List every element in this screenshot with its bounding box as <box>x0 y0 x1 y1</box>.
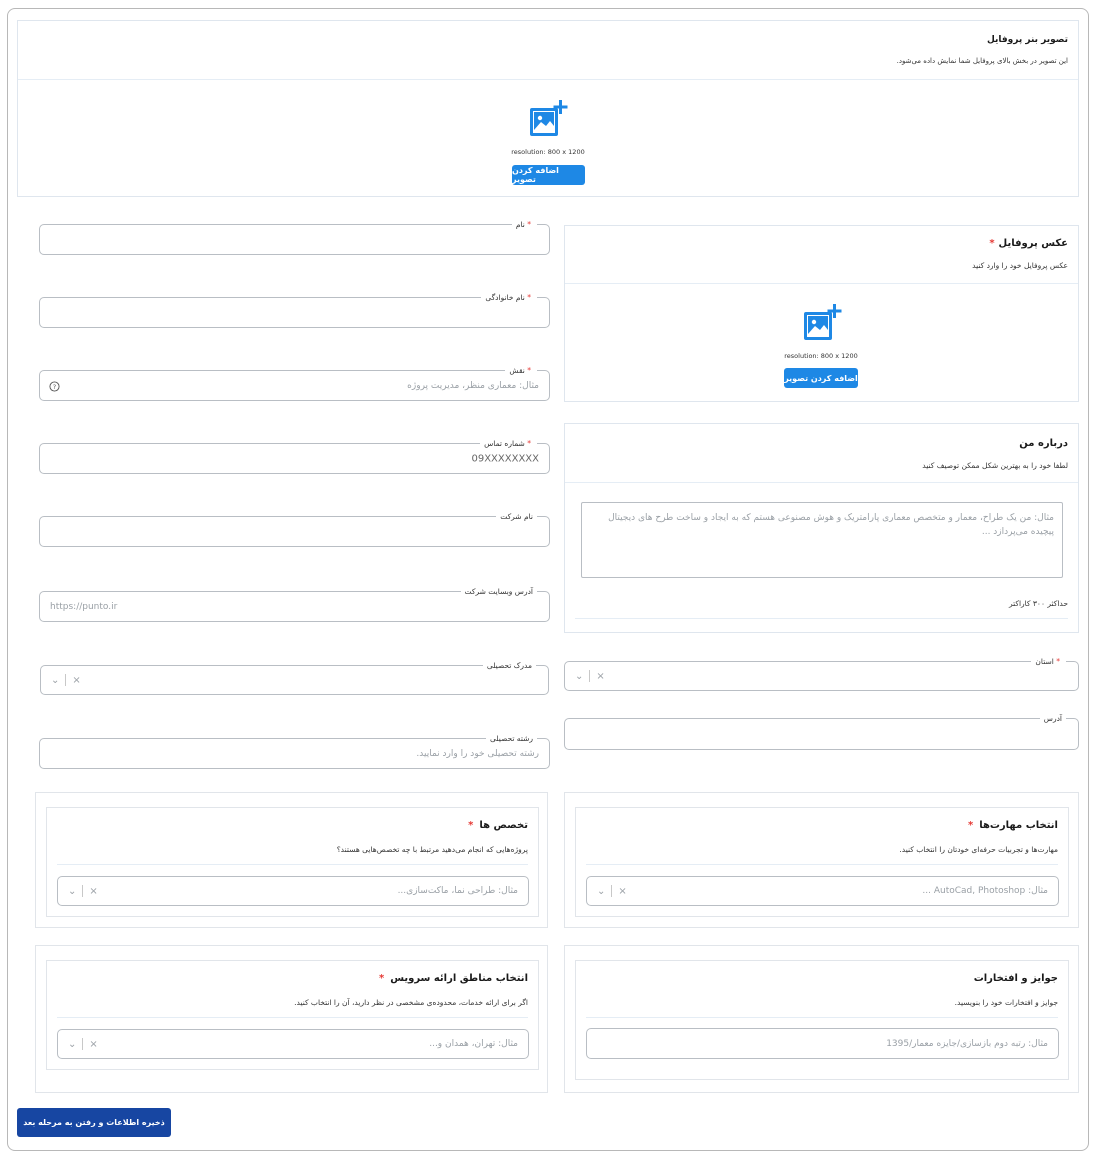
service-areas-title: انتخاب مناطق ارائه سرویس <box>390 973 528 984</box>
profile-photo-title: عکس پروفایل <box>998 238 1068 249</box>
specialties-placeholder: مثال: طراحی نما، ماکت‌سازی... <box>397 886 518 896</box>
phone-value: 09XXXXXXXX <box>471 453 539 464</box>
skills-description: مهارت‌ها و تجربیات حرفه‌ای خودتان را انت… <box>899 845 1058 854</box>
major-label: رشته تحصیلی <box>485 733 537 744</box>
major-field[interactable]: رشته تحصیلی رشته تحصیلی خود را وارد نمای… <box>39 733 550 769</box>
awards-description: جوایز و افتخارات خود را بنویسید. <box>954 998 1058 1007</box>
clear-icon[interactable]: × <box>72 675 80 686</box>
first-name-label: نام <box>515 220 525 229</box>
skills-section: انتخاب مهارت‌ها* مهارت‌ها و تجربیات حرفه… <box>564 792 1079 928</box>
clear-icon[interactable]: × <box>596 671 604 682</box>
awards-section: جوایز و افتخارات جوایز و افتخارات خود را… <box>564 945 1079 1093</box>
address-label: آدرس <box>1039 713 1066 724</box>
clear-icon[interactable]: × <box>89 1039 97 1050</box>
about-panel: درباره من لطفا خود را به بهترین شکل ممکن… <box>564 423 1079 633</box>
province-label: استان <box>1035 657 1054 666</box>
profile-photo-add-image-button[interactable]: اضافه کردن تصویر <box>784 368 858 388</box>
clear-icon[interactable]: × <box>89 886 97 897</box>
profile-photo-panel: عکس پروفایل* عکس پروفایل خود را وارد کنی… <box>564 225 1079 402</box>
banner-panel: تصویر بنر پروفایل این تصویر در بخش بالای… <box>17 20 1079 197</box>
service-areas-placeholder: مثال: تهران، همدان و... <box>429 1039 518 1049</box>
clear-icon[interactable]: × <box>618 886 626 897</box>
about-textarea[interactable]: مثال: من یک طراح، معمار و متخصص معماری پ… <box>581 502 1063 578</box>
skills-select[interactable]: مثال: AutoCad, Photoshop ... ⌄ × <box>586 876 1059 906</box>
website-placeholder: https://punto.ir <box>50 601 118 612</box>
chevron-down-icon[interactable]: ⌄ <box>51 675 59 686</box>
about-title: درباره من <box>1019 438 1068 449</box>
major-placeholder: رشته تحصیلی خود را وارد نمایید. <box>416 748 539 759</box>
chevron-down-icon[interactable]: ⌄ <box>575 671 583 682</box>
profile-photo-description: عکس پروفایل خود را وارد کنید <box>972 261 1068 270</box>
service-areas-select[interactable]: مثال: تهران، همدان و... ⌄ × <box>57 1029 529 1059</box>
role-field[interactable]: * نقش مثال: معماری منظر، مدیریت پروژه ? <box>39 365 550 401</box>
specialties-title: تخصص ها <box>479 820 528 831</box>
awards-placeholder: مثال: رتبه دوم بازسازی/جایزه معمار/1395 <box>886 1038 1048 1049</box>
company-label: نام شرکت <box>496 511 537 522</box>
about-char-limit: حداکثر ۳۰۰ کاراکتر <box>1008 599 1068 608</box>
banner-add-image-button[interactable]: اضافه کردن تصویر <box>512 165 585 185</box>
company-field[interactable]: نام شرکت <box>39 511 550 547</box>
service-areas-section: انتخاب مناطق ارائه سرویس* اگر برای ارائه… <box>35 945 548 1093</box>
service-areas-description: اگر برای ارائه خدمات، محدوده‌ی مشخصی در … <box>294 998 528 1007</box>
banner-title: تصویر بنر پروفایل <box>986 35 1068 45</box>
svg-text:?: ? <box>53 383 56 391</box>
chevron-down-icon[interactable]: ⌄ <box>597 886 605 897</box>
add-image-icon[interactable] <box>802 304 842 344</box>
website-label: آدرس وبسایت شرکت <box>460 586 537 597</box>
website-field[interactable]: آدرس وبسایت شرکت https://punto.ir <box>39 586 550 622</box>
banner-description: این تصویر در بخش بالای پروفایل شما نمایش… <box>896 57 1068 65</box>
address-field[interactable]: آدرس <box>564 713 1079 750</box>
last-name-label: نام خانوادگی <box>485 293 525 302</box>
chevron-down-icon[interactable]: ⌄ <box>68 1039 76 1050</box>
degree-select[interactable]: مدرک تحصیلی ⌄ × <box>40 660 549 695</box>
skills-title: انتخاب مهارت‌ها <box>979 820 1058 831</box>
chevron-down-icon[interactable]: ⌄ <box>68 886 76 897</box>
first-name-field[interactable]: * نام <box>39 219 550 255</box>
phone-label: شماره تماس <box>484 439 525 448</box>
save-and-next-button[interactable]: ذخیره اطلاعات و رفتن به مرحله بعد <box>17 1108 171 1137</box>
specialties-section: تخصص ها* پروژه‌هایی که انجام می‌دهید مرت… <box>35 792 548 928</box>
about-description: لطفا خود را به بهترین شکل ممکن توصیف کنی… <box>922 461 1068 470</box>
awards-title: جوایز و افتخارات <box>973 973 1058 984</box>
awards-input[interactable]: مثال: رتبه دوم بازسازی/جایزه معمار/1395 <box>586 1028 1059 1059</box>
phone-field[interactable]: * شماره تماس 09XXXXXXXX <box>39 438 550 474</box>
add-image-icon[interactable] <box>528 100 568 140</box>
banner-resolution: resolution: 800 x 1200 <box>511 148 585 156</box>
skills-placeholder: مثال: AutoCad, Photoshop ... <box>922 886 1048 896</box>
role-label: نقش <box>509 366 525 375</box>
specialties-select[interactable]: مثال: طراحی نما، ماکت‌سازی... ⌄ × <box>57 876 529 906</box>
profile-photo-resolution: resolution: 800 x 1200 <box>784 352 858 360</box>
last-name-field[interactable]: * نام خانوادگی <box>39 292 550 328</box>
province-select[interactable]: * استان ⌄ × <box>564 656 1079 691</box>
degree-label: مدرک تحصیلی <box>482 660 536 671</box>
role-placeholder: مثال: معماری منظر، مدیریت پروژه <box>407 380 539 391</box>
about-placeholder: مثال: من یک طراح، معمار و متخصص معماری پ… <box>608 513 1054 537</box>
specialties-description: پروژه‌هایی که انجام می‌دهید مرتبط با چه … <box>336 845 528 854</box>
help-circle-icon[interactable]: ? <box>49 381 60 392</box>
